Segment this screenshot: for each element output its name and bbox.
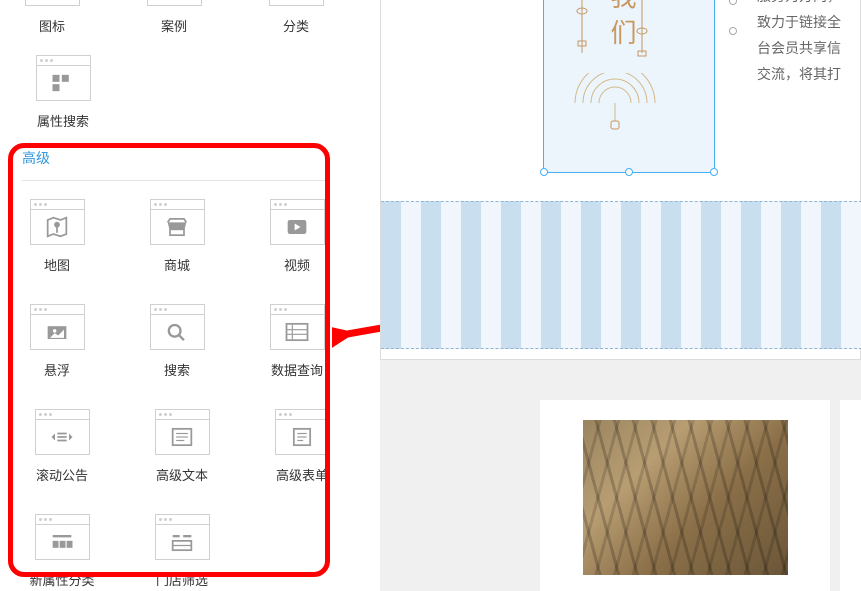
widget-label: 属性搜索: [37, 111, 89, 130]
design-canvas[interactable]: 我们 服务为方向， 致力于链接全 台会员共享信 交流，将其打: [380, 0, 861, 591]
vertical-title: 我们: [603, 0, 677, 60]
widget-label: 分类: [283, 16, 309, 35]
card-image: [583, 420, 788, 575]
widget-icon[interactable]: 图标: [20, 0, 84, 35]
fan-ornament-icon: [565, 73, 665, 133]
widget-thumb-icon: [25, 0, 80, 6]
widget-thumb-case: [147, 0, 202, 6]
description-text: 服务为方向， 致力于链接全 台会员共享信 交流，将其打: [757, 0, 841, 87]
resize-handle-se[interactable]: [710, 168, 718, 176]
widget-category[interactable]: 分类: [264, 0, 328, 35]
widget-sidebar: 图标 案例 分类 属性搜索 高级 地图: [0, 0, 348, 591]
resize-handle-s[interactable]: [625, 168, 633, 176]
widget-label: 图标: [39, 16, 65, 35]
content-card-2[interactable]: [840, 400, 861, 591]
page-section[interactable]: 我们 服务为方向， 致力于链接全 台会员共享信 交流，将其打: [380, 0, 861, 360]
widget-case[interactable]: 案例: [142, 0, 206, 35]
top-widget-row: 图标 案例 分类: [0, 0, 348, 35]
widget-thumb-category: [269, 0, 324, 6]
indicator-dot: [729, 27, 737, 35]
widget-label: 案例: [161, 16, 187, 35]
resize-handle-sw[interactable]: [540, 168, 548, 176]
highlight-annotation: [8, 143, 330, 577]
widget-thumb-attr-search: [36, 55, 91, 101]
widget-attr-search[interactable]: 属性搜索: [28, 55, 98, 130]
indicator-dot: [729, 0, 737, 5]
striped-background: [381, 201, 861, 349]
content-card[interactable]: [540, 400, 830, 591]
